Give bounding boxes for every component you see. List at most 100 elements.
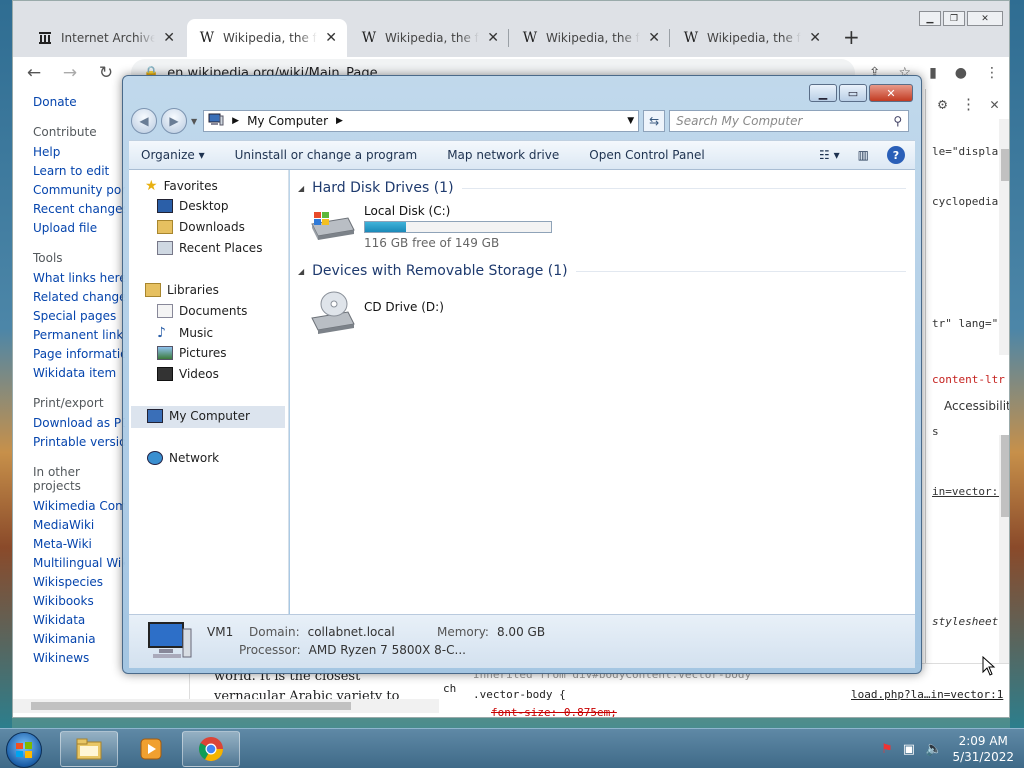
minimize-icon[interactable]: ▁ xyxy=(809,84,837,102)
open-control-panel-button[interactable]: Open Control Panel xyxy=(589,148,704,162)
action-center-icon[interactable]: ⚑ xyxy=(881,742,893,757)
breadcrumb-chevron-icon[interactable]: ▶ xyxy=(232,116,239,126)
sidebar-link[interactable]: Wikidata xyxy=(33,613,125,627)
tab-wikipedia-active[interactable]: W Wikipedia, the free encyclopedia ✕ xyxy=(187,19,347,57)
horizontal-scrollbar[interactable] xyxy=(13,699,443,713)
breadcrumb-chevron-icon[interactable]: ▶ xyxy=(336,116,343,126)
nav-desktop[interactable]: Desktop xyxy=(157,199,229,213)
nav-libraries[interactable]: Libraries xyxy=(145,283,219,297)
sidebar-link[interactable]: Multilingual Wikisource xyxy=(33,556,125,570)
collapse-triangle-icon[interactable]: ◢ xyxy=(298,267,304,276)
sidebar-link[interactable]: Download as PDF xyxy=(33,416,125,430)
sidebar-link-donate[interactable]: Donate xyxy=(33,95,125,109)
gear-icon[interactable]: ⚙ xyxy=(938,95,947,113)
sidebar-link[interactable]: Wikimania xyxy=(33,632,125,646)
group-header-hard-disks[interactable]: ◢ Hard Disk Drives (1) xyxy=(298,180,906,196)
tab-wikipedia[interactable]: W Wikipedia, the free encyclopedia ✕ xyxy=(349,19,509,57)
tab-internet-archive[interactable]: Internet Archive: Digital Library ✕ xyxy=(25,19,185,57)
volume-icon[interactable]: 🔈 xyxy=(925,741,942,757)
nav-videos[interactable]: Videos xyxy=(157,367,219,381)
search-icon[interactable]: ⚲ xyxy=(893,114,902,128)
nav-music[interactable]: ♪ Music xyxy=(157,325,213,341)
sidebar-link[interactable]: Wikidata item xyxy=(33,366,125,380)
sidebar-link[interactable]: Help xyxy=(33,145,125,159)
back-icon[interactable]: ◀ xyxy=(131,108,157,134)
sidebar-link[interactable]: Page information xyxy=(33,347,125,361)
taskbar-chrome-button[interactable] xyxy=(182,731,240,767)
nav-documents[interactable]: Documents xyxy=(157,304,247,318)
rule-source-link[interactable]: in=vector:1 xyxy=(932,485,1005,498)
explorer-address-bar[interactable]: ▶ My Computer ▶ ▼ xyxy=(203,110,640,132)
preview-pane-icon[interactable]: ▥ xyxy=(858,148,869,162)
scrollbar-thumb[interactable] xyxy=(1001,149,1009,181)
sidebar-link[interactable]: Community portal xyxy=(33,183,125,197)
tab-accessibility[interactable]: Accessibility xyxy=(944,399,1009,413)
sidebar-link[interactable]: Wikispecies xyxy=(33,575,125,589)
drive-local-disk[interactable]: Local Disk (C:) 116 GB free of 149 GB xyxy=(308,204,552,250)
clock[interactable]: 2:09 AM 5/31/2022 xyxy=(952,733,1014,765)
drive-cd[interactable]: CD Drive (D:) xyxy=(308,290,444,337)
address-dropdown-icon[interactable]: ▼ xyxy=(627,116,634,126)
devtools-scrollbar[interactable] xyxy=(999,119,1009,355)
close-tab-icon[interactable]: ✕ xyxy=(648,30,660,46)
maximize-icon[interactable]: ❐ xyxy=(943,11,965,26)
close-tab-icon[interactable]: ✕ xyxy=(325,30,337,46)
nav-pictures[interactable]: Pictures xyxy=(157,346,227,360)
back-icon[interactable]: ← xyxy=(23,63,45,83)
organize-button[interactable]: Organize ▾ xyxy=(141,148,205,162)
close-devtools-icon[interactable]: ✕ xyxy=(990,95,999,113)
close-tab-icon[interactable]: ✕ xyxy=(809,30,821,46)
profile-icon[interactable]: ● xyxy=(955,65,967,81)
sidebar-link[interactable]: MediaWiki xyxy=(33,518,125,532)
more-icon[interactable]: ⋮ xyxy=(961,95,976,113)
close-icon[interactable]: ✕ xyxy=(869,84,913,102)
scrollbar-thumb[interactable] xyxy=(1001,435,1009,517)
tab-wikipedia[interactable]: W Wikipedia, the free encyclopedia ✕ xyxy=(510,19,670,57)
nav-my-computer[interactable]: My Computer xyxy=(147,409,250,423)
sidebar-link[interactable]: Printable version xyxy=(33,435,125,449)
sidebar-link[interactable]: Upload file xyxy=(33,221,125,235)
sidebar-link[interactable]: Wikinews xyxy=(33,651,125,665)
maximize-icon[interactable]: ▭ xyxy=(839,84,867,102)
sidebar-link[interactable]: What links here xyxy=(33,271,125,285)
nav-downloads[interactable]: Downloads xyxy=(157,220,245,234)
devtools-breadcrumb[interactable]: content-ltr xyxy=(932,373,1005,386)
uninstall-program-button[interactable]: Uninstall or change a program xyxy=(235,148,418,162)
taskbar-media-player-button[interactable] xyxy=(122,731,180,767)
sidebar-link[interactable]: Wikimedia Commons xyxy=(33,499,125,513)
refresh-icon[interactable]: ⇆ xyxy=(643,110,666,132)
menu-icon[interactable]: ⋮ xyxy=(985,65,999,81)
sidebar-link[interactable]: Permanent link xyxy=(33,328,125,342)
tab-wikipedia[interactable]: W Wikipedia, the free encyclopedia ✕ xyxy=(671,19,831,57)
help-icon[interactable]: ? xyxy=(887,146,905,164)
forward-icon[interactable]: → xyxy=(59,63,81,83)
reload-icon[interactable]: ↻ xyxy=(95,63,117,83)
sidebar-link[interactable]: Learn to edit xyxy=(33,164,125,178)
sidebar-link[interactable]: Meta-Wiki xyxy=(33,537,125,551)
change-view-icon[interactable]: ☷ ▾ xyxy=(819,148,840,162)
close-tab-icon[interactable]: ✕ xyxy=(487,30,499,46)
sidebar-link[interactable]: Recent changes xyxy=(33,202,125,216)
close-window-icon[interactable]: ✕ xyxy=(967,11,1003,26)
side-panel-icon[interactable]: ▮ xyxy=(929,65,937,81)
nav-recent-places[interactable]: Recent Places xyxy=(157,241,262,255)
sidebar-link[interactable]: Special pages xyxy=(33,309,125,323)
collapse-triangle-icon[interactable]: ◢ xyxy=(298,184,304,193)
nav-favorites[interactable]: ★ Favorites xyxy=(145,178,218,194)
close-tab-icon[interactable]: ✕ xyxy=(163,30,175,46)
minimize-icon[interactable]: ▁ xyxy=(919,11,941,26)
network-tray-icon[interactable]: ▣ xyxy=(903,742,915,757)
breadcrumb-location[interactable]: My Computer xyxy=(247,114,328,128)
start-button[interactable] xyxy=(6,732,42,768)
nav-network[interactable]: Network xyxy=(147,451,219,465)
group-header-removable[interactable]: ◢ Devices with Removable Storage (1) xyxy=(298,263,906,279)
map-network-drive-button[interactable]: Map network drive xyxy=(447,148,559,162)
scrollbar-thumb[interactable] xyxy=(31,702,351,710)
rule-source-link[interactable]: load.php?la…in=vector:1 xyxy=(851,688,1003,701)
sidebar-link[interactable]: Related changes xyxy=(33,290,125,304)
search-input[interactable]: Search My Computer ⚲ xyxy=(669,110,910,132)
recent-pages-dropdown-icon[interactable]: ▼ xyxy=(191,117,197,126)
taskbar-explorer-button[interactable] xyxy=(60,731,118,767)
forward-icon[interactable]: ▶ xyxy=(161,108,187,134)
new-tab-icon[interactable]: + xyxy=(843,25,860,49)
